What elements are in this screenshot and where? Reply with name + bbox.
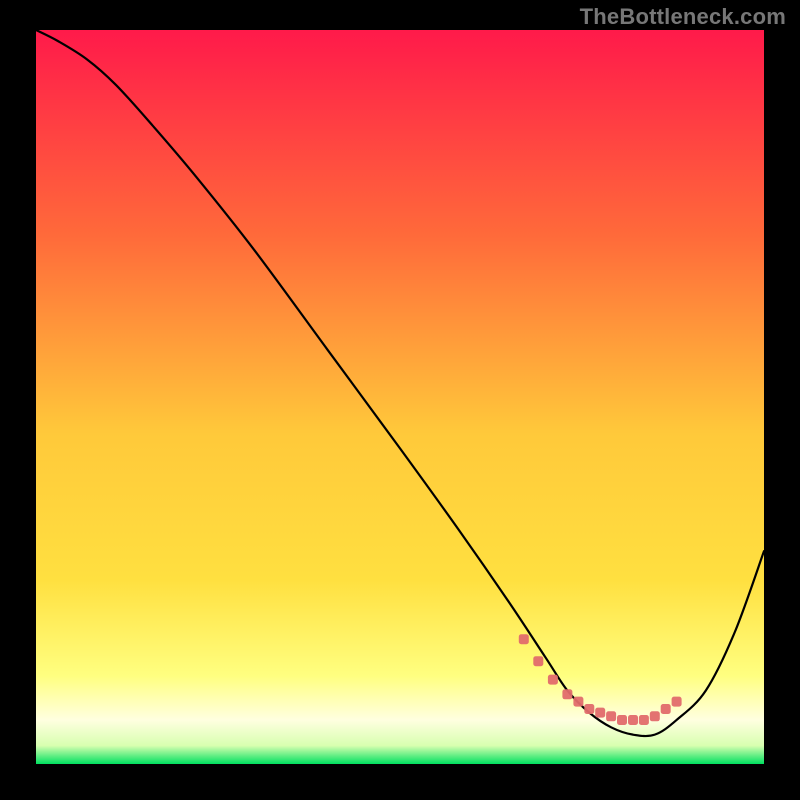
flat-marker xyxy=(533,656,543,666)
flat-marker xyxy=(573,697,583,707)
watermark-text: TheBottleneck.com xyxy=(580,4,786,30)
flat-marker xyxy=(617,715,627,725)
flat-marker xyxy=(639,715,649,725)
flat-marker xyxy=(628,715,638,725)
flat-marker xyxy=(595,708,605,718)
flat-marker xyxy=(672,697,682,707)
flat-marker xyxy=(650,711,660,721)
flat-marker xyxy=(661,704,671,714)
bottleneck-chart xyxy=(36,30,764,764)
flat-marker xyxy=(548,675,558,685)
gradient-background xyxy=(36,30,764,764)
chart-outer: TheBottleneck.com xyxy=(0,0,800,800)
flat-marker xyxy=(606,711,616,721)
flat-marker xyxy=(562,689,572,699)
flat-marker xyxy=(519,634,529,644)
plot-area xyxy=(36,30,764,764)
flat-marker xyxy=(584,704,594,714)
